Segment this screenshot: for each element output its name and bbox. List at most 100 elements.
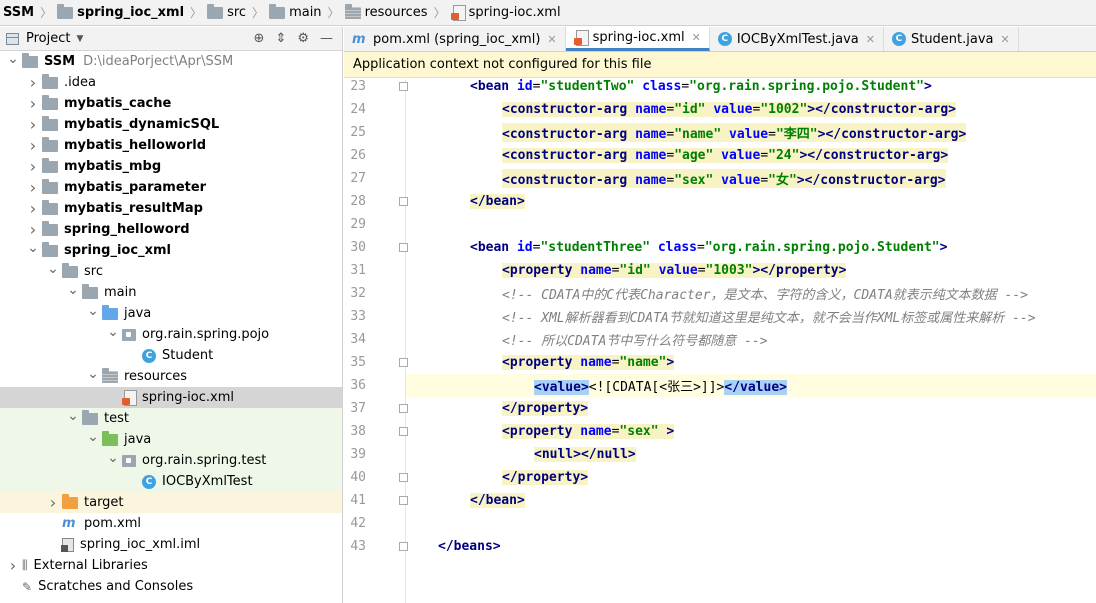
tree-item[interactable]: ✎ Scratches and Consoles	[0, 576, 342, 597]
tree-item[interactable]: ⌄ java	[0, 303, 342, 324]
tree-item[interactable]: spring_ioc_xml.iml	[0, 534, 342, 555]
chevron-right-icon[interactable]: ›	[24, 157, 42, 176]
code-line[interactable]: </property>	[406, 466, 1096, 489]
close-icon[interactable]: ✕	[1001, 33, 1010, 46]
code-line[interactable]	[406, 512, 1096, 535]
tree-item[interactable]: ⌄ src	[0, 261, 342, 282]
breadcrumb-item[interactable]: spring_ioc_xml 〉	[57, 0, 207, 26]
chevron-down-icon[interactable]: ▼	[76, 34, 83, 44]
tree-item[interactable]: › ⫼ External Libraries	[0, 555, 342, 576]
code-line[interactable]: </bean>	[406, 190, 1096, 213]
code-line[interactable]: </beans>	[406, 535, 1096, 558]
close-icon[interactable]: ✕	[866, 33, 875, 46]
tree-item-icon-wrap	[42, 199, 58, 215]
tree-item[interactable]: ⌄ SSM D:\ideaPorject\Apr\SSM	[0, 51, 342, 72]
breadcrumb-item[interactable]: main 〉	[269, 0, 345, 26]
code-line[interactable]: <value><![CDATA[<张三>]]></value>	[406, 374, 1096, 397]
tree-item[interactable]: ⌄ org.rain.spring.pojo	[0, 324, 342, 345]
target-icon[interactable]: ⊕	[254, 31, 265, 46]
close-icon[interactable]: ✕	[692, 31, 701, 44]
code-line[interactable]: <bean id="studentThree" class="org.rain.…	[406, 236, 1096, 259]
tree-item[interactable]: ⌄ spring_ioc_xml	[0, 240, 342, 261]
tree-item[interactable]: ⌄ main	[0, 282, 342, 303]
tree-item[interactable]: › target	[0, 492, 342, 513]
code-line[interactable]: <!-- CDATA中的C代表Character，是文本、字符的含义，CDATA…	[406, 282, 1096, 305]
code-line[interactable]: <constructor-arg name="age" value="24"><…	[406, 144, 1096, 167]
editor-tabs: m pom.xml (spring_ioc_xml) ✕ spring-ioc.xml…	[344, 27, 1096, 52]
folder-icon	[42, 115, 58, 131]
code-line[interactable]: <bean id="studentTwo" class="org.rain.sp…	[406, 75, 1096, 98]
chevron-down-icon[interactable]: ⌄	[44, 261, 62, 277]
tree-item[interactable]: › mybatis_mbg	[0, 156, 342, 177]
chevron-right-icon[interactable]: ›	[24, 136, 42, 155]
code-line[interactable]	[406, 213, 1096, 236]
code-line[interactable]: <constructor-arg name="id" value="1002">…	[406, 98, 1096, 121]
chevron-right-icon[interactable]: ›	[24, 178, 42, 197]
line-number-text: 35	[350, 355, 366, 370]
tree-item[interactable]: › mybatis_helloworld	[0, 135, 342, 156]
chevron-down-icon[interactable]: ⌄	[84, 429, 102, 445]
close-icon[interactable]: ✕	[547, 33, 556, 46]
tree-item[interactable]: spring-ioc.xml	[0, 387, 342, 408]
tree-item[interactable]: ⌄ java	[0, 429, 342, 450]
editor-tab[interactable]: spring-ioc.xml ✕	[565, 27, 710, 51]
tree-item[interactable]: ⌄ test	[0, 408, 342, 429]
tree-item[interactable]: m pom.xml	[0, 513, 342, 534]
tree-item[interactable]: C IOCByXmlTest	[0, 471, 342, 492]
project-panel-title[interactable]: Project	[26, 31, 70, 46]
chevron-right-icon[interactable]: ›	[4, 556, 22, 575]
chevron-right-icon[interactable]: ›	[24, 115, 42, 134]
tree-item[interactable]: › mybatis_cache	[0, 93, 342, 114]
code-line[interactable]: <constructor-arg name="sex" value="女"></…	[406, 167, 1096, 190]
editor-tab[interactable]: C IOCByXmlTest.java ✕	[710, 27, 884, 51]
code-line[interactable]: <!-- 所以CDATA节中写什么符号都随意 -->	[406, 328, 1096, 351]
tree-item[interactable]: › .idea	[0, 72, 342, 93]
chevron-down-icon[interactable]: ⌄	[84, 303, 102, 319]
code-line[interactable]: <property name="sex" >	[406, 420, 1096, 443]
code-line[interactable]: <null></null>	[406, 443, 1096, 466]
minimize-icon[interactable]: —	[320, 31, 333, 46]
folder-icon	[42, 220, 58, 236]
chevron-down-icon[interactable]: ⌄	[104, 450, 122, 466]
code-line[interactable]: </bean>	[406, 489, 1096, 512]
tree-item[interactable]: › spring_helloword	[0, 219, 342, 240]
code-line[interactable]: <property name="name">	[406, 351, 1096, 374]
breadcrumb-item[interactable]: src 〉	[207, 0, 269, 26]
code-token: name	[635, 102, 667, 117]
line-gutter: 23 24 25 26 27 28 29 30 31 32 33 34 35 36 37 38 39 40 41 42…	[344, 79, 406, 603]
line-number-text: 25	[350, 125, 366, 140]
code-line[interactable]: <constructor-arg name="name" value="李四">…	[406, 121, 1096, 144]
tree-item[interactable]: ⌄ resources	[0, 366, 342, 387]
editor-tab[interactable]: C Student.java ✕	[884, 27, 1019, 51]
chevron-down-icon[interactable]: ⌄	[104, 324, 122, 340]
chevron-right-icon[interactable]: ›	[24, 94, 42, 113]
chevron-down-icon[interactable]: ⌄	[64, 282, 82, 298]
code-token: value	[729, 127, 769, 142]
code-line[interactable]: <!-- XML解析器看到CDATA节就知道这里是纯文本，就不会当作XML标签或…	[406, 305, 1096, 328]
tree-item[interactable]: › mybatis_resultMap	[0, 198, 342, 219]
tree-item[interactable]: › mybatis_dynamicSQL	[0, 114, 342, 135]
chevron-right-icon[interactable]: ›	[24, 199, 42, 218]
chevron-down-icon[interactable]: ⌄	[64, 408, 82, 424]
editor-tab[interactable]: m pom.xml (spring_ioc_xml) ✕	[344, 27, 566, 51]
chevron-down-icon[interactable]: ⌄	[84, 366, 102, 382]
breadcrumb-label: resources	[364, 5, 428, 20]
chevron-down-icon[interactable]: ⌄	[24, 240, 42, 256]
tree-item[interactable]: ⌄ org.rain.spring.test	[0, 450, 342, 471]
tree-item-label: mybatis_cache	[64, 96, 172, 111]
tree-item[interactable]: › mybatis_parameter	[0, 177, 342, 198]
code-editor[interactable]: 23 24 25 26 27 28 29 30 31 32 33 34 35 36 37 38 39 40 41 42…	[344, 79, 1096, 603]
breadcrumb-item[interactable]: SSM 〉	[3, 0, 57, 26]
chevron-down-icon[interactable]: ⌄	[4, 51, 22, 67]
folder-icon	[42, 199, 58, 215]
code-line[interactable]: <property name="id" value="1003"></prope…	[406, 259, 1096, 282]
collapse-icon[interactable]: ⇕	[275, 31, 286, 46]
breadcrumb-item[interactable]: resources 〉	[344, 0, 451, 26]
code-line[interactable]: </property>	[406, 397, 1096, 420]
breadcrumb-item[interactable]: spring-ioc.xml	[450, 0, 561, 26]
chevron-right-icon[interactable]: ›	[24, 220, 42, 239]
tree-item[interactable]: C Student	[0, 345, 342, 366]
chevron-right-icon[interactable]: ›	[44, 493, 62, 512]
gear-icon[interactable]: ⚙	[297, 31, 309, 46]
chevron-right-icon[interactable]: ›	[24, 73, 42, 92]
